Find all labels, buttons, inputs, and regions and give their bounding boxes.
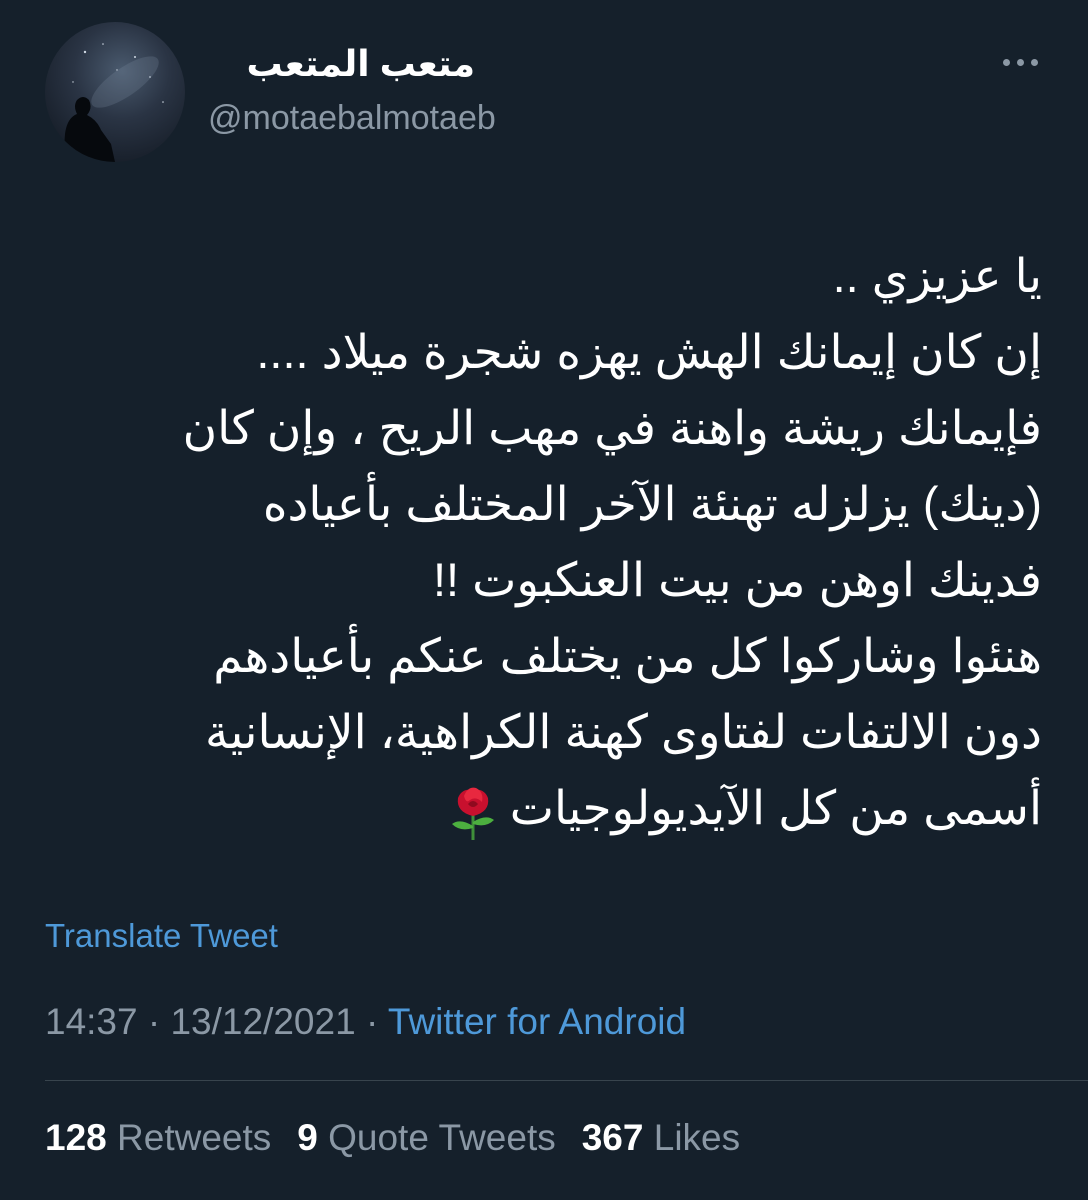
tweet-line: فدينك اوهن من بيت العنكبوت !! [432, 553, 1042, 606]
tweet-text: يا عزيزي .. إن كان إيمانك الهش يهزه شجرة… [42, 238, 1042, 846]
meta-separator: · [137, 1001, 171, 1042]
tweet-line: فإيمانك ريشة واهنة في مهب الريح ، وإن كا… [182, 401, 1042, 454]
more-dot [1016, 58, 1024, 66]
tweet-source-link[interactable]: Twitter for Android [388, 1001, 686, 1042]
retweets-label: Retweets [117, 1117, 272, 1158]
tweet-stats: 128 Retweets 9 Quote Tweets 367 Likes [45, 1114, 740, 1162]
display-name[interactable]: متعب المتعب [205, 40, 475, 88]
divider [45, 1080, 1088, 1081]
likes-stat[interactable]: 367 Likes [582, 1114, 740, 1162]
tweet-metadata: 14:37 · 13/12/2021 · Twitter for Android [45, 998, 686, 1046]
tweet-time[interactable]: 14:37 [45, 1001, 138, 1042]
retweets-stat[interactable]: 128 Retweets [45, 1114, 271, 1162]
more-options-button[interactable] [990, 40, 1050, 84]
tweet-line: يا عزيزي .. [832, 249, 1042, 302]
translate-tweet-link[interactable]: Translate Tweet [45, 914, 278, 958]
quote-tweets-stat[interactable]: 9 Quote Tweets [297, 1114, 555, 1162]
tweet-detail: متعب المتعب @motaebalmotaeb يا عزيزي .. … [0, 0, 1088, 1200]
meta-separator: · [355, 1001, 388, 1042]
tweet-line: دون الالتفات لفتاوى كهنة الكراهية، الإنس… [205, 705, 1042, 758]
tweet-line: أسمى من كل الآيديولوجيات [509, 781, 1042, 834]
more-dot [1002, 58, 1010, 66]
avatar[interactable] [45, 22, 185, 162]
avatar-image [63, 43, 164, 162]
tweet-line: (دينك) يزلزله تهنئة الآخر المختلف بأعياد… [262, 477, 1042, 530]
likes-count: 367 [581, 1117, 644, 1158]
retweets-count: 128 [45, 1117, 107, 1158]
tweet-line: هنئوا وشاركوا كل من يختلف عنكم بأعيادهم [213, 629, 1042, 682]
tweet-date[interactable]: 13/12/2021 [170, 1001, 355, 1042]
quote-tweets-count: 9 [297, 1117, 318, 1158]
rose-icon [446, 782, 500, 842]
user-handle[interactable]: @motaebalmotaeb [208, 96, 496, 140]
quote-tweets-label: Quote Tweets [328, 1117, 556, 1158]
tweet-line: إن كان إيمانك الهش يهزه شجرة ميلاد .... [256, 325, 1042, 378]
likes-label: Likes [653, 1117, 741, 1158]
tweet-last-line: أسمى من كل الآيديولوجيات [42, 770, 1042, 846]
more-dot [1030, 58, 1038, 66]
